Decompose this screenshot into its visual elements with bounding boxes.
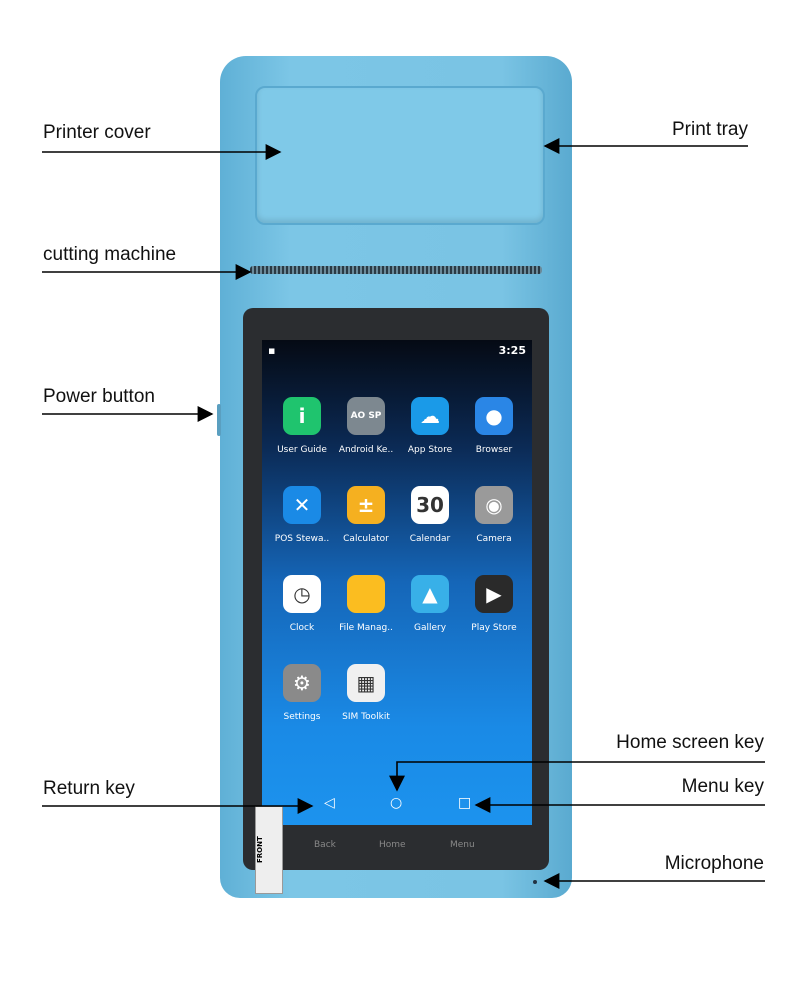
- label-cutting-machine: cutting machine: [43, 244, 177, 265]
- label-power-button: Power button: [43, 386, 155, 407]
- callout-lines: [42, 138, 765, 889]
- label-microphone: Microphone: [664, 853, 764, 874]
- label-print-tray: Print tray: [671, 119, 748, 140]
- label-printer-cover: Printer cover: [43, 122, 151, 143]
- label-home-screen-key: Home screen key: [616, 732, 764, 753]
- label-return-key: Return key: [43, 778, 135, 799]
- product-diagram: ▪ 3:25 i User Guide AO SP Android Ke.. ☁ App …: [0, 0, 800, 983]
- label-menu-key: Menu key: [681, 776, 764, 797]
